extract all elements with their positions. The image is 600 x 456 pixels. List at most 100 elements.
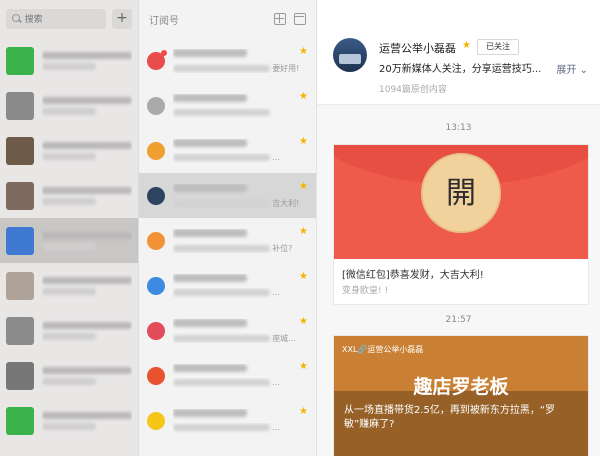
account-avatar[interactable] bbox=[333, 38, 367, 72]
chat-item[interactable] bbox=[0, 128, 138, 173]
subscription-preview: … bbox=[173, 273, 308, 298]
cover-brand: XXL🔗运营公举小磊磊 bbox=[342, 345, 424, 354]
subscription-preview: 要好用! bbox=[173, 48, 308, 73]
avatar bbox=[6, 181, 34, 210]
chat-preview bbox=[42, 93, 132, 119]
subscription-item[interactable]: 座城… ★ bbox=[139, 308, 316, 353]
chat-item[interactable] bbox=[0, 173, 138, 218]
subscription-item[interactable]: ★ bbox=[139, 83, 316, 128]
chat-name-redacted bbox=[42, 321, 132, 329]
chat-item[interactable] bbox=[0, 38, 138, 83]
chat-message-redacted bbox=[42, 287, 96, 295]
avatar bbox=[6, 46, 34, 75]
subscription-item[interactable]: … ★ bbox=[139, 263, 316, 308]
subscription-item[interactable]: 要好用! ★ bbox=[139, 38, 316, 83]
message-time: 21:57 bbox=[445, 315, 472, 325]
snippet-redacted bbox=[173, 199, 271, 207]
account-profile: 运营公举小磊磊 ★ 已关注 20万新媒体人关注，分享运营技巧... 展开 ⌄ 1… bbox=[317, 0, 600, 105]
avatar bbox=[147, 141, 165, 160]
chat-item[interactable] bbox=[0, 218, 138, 263]
cover-headline: 趣店罗老板 bbox=[413, 376, 509, 398]
star-icon: ★ bbox=[299, 406, 308, 417]
avatar bbox=[147, 49, 167, 70]
snippet-tail: 补位? bbox=[272, 243, 293, 253]
follow-button[interactable]: 已关注 bbox=[477, 39, 519, 55]
subscription-item[interactable]: … ★ bbox=[139, 398, 316, 443]
chat-name-redacted bbox=[42, 186, 132, 194]
message-time: 13:13 bbox=[445, 123, 472, 133]
subscription-preview: 座城… bbox=[173, 318, 308, 343]
chat-preview bbox=[42, 318, 132, 344]
chat-name-redacted bbox=[42, 411, 132, 419]
add-button[interactable]: + bbox=[112, 9, 132, 29]
chat-name-redacted bbox=[42, 51, 132, 59]
open-window-icon[interactable] bbox=[294, 13, 306, 25]
article-card[interactable]: XXL🔗运营公举小磊磊 趣店罗老板 从一场直播带货2.5亿，再到被新东方拉黑，“… bbox=[333, 335, 589, 456]
unread-dot bbox=[161, 49, 167, 56]
chevron-down-icon: ⌄ bbox=[579, 65, 588, 76]
chat-list bbox=[0, 38, 138, 443]
chat-message-redacted bbox=[42, 107, 96, 115]
star-icon: ★ bbox=[299, 361, 308, 372]
snippet-redacted bbox=[173, 153, 271, 161]
chat-item[interactable] bbox=[0, 398, 138, 443]
chat-item[interactable] bbox=[0, 263, 138, 308]
article-title: 从一场直播带货2.5亿，再到被新东方拉黑，“罗敏”赚麻了? bbox=[344, 405, 556, 430]
red-packet-card[interactable]: 開 [微信红包]恭喜发财，大吉大利! 变身欧皇! ! bbox=[333, 144, 589, 305]
red-packet-cover: 開 bbox=[334, 145, 588, 259]
avatar bbox=[147, 96, 165, 115]
snippet-tail: … bbox=[272, 422, 281, 432]
snippet-tail: 要好用! bbox=[272, 63, 300, 73]
subscription-list-pane: 订阅号 要好用! ★ ★… ★ 吉大利! ★ 补位? ★… ★ 座城… ★… ★… ★ bbox=[139, 0, 317, 456]
search-icon bbox=[12, 14, 21, 24]
subscription-item[interactable]: 补位? ★ bbox=[139, 218, 316, 263]
subscription-snippet: 补位? bbox=[173, 243, 308, 253]
subscription-name-redacted bbox=[173, 318, 248, 327]
snippet-redacted bbox=[173, 244, 271, 252]
snippet-redacted bbox=[173, 378, 271, 386]
avatar bbox=[147, 186, 165, 205]
grid-view-icon[interactable] bbox=[274, 13, 286, 25]
avatar bbox=[147, 321, 165, 340]
subscription-item[interactable]: … ★ bbox=[139, 353, 316, 398]
avatar bbox=[6, 91, 34, 120]
chat-item[interactable] bbox=[0, 308, 138, 353]
snippet-tail: … bbox=[272, 152, 281, 162]
subscription-list: 要好用! ★ ★… ★ 吉大利! ★ 补位? ★… ★ 座城… ★… ★… ★ bbox=[139, 38, 316, 443]
subscription-snippet: … bbox=[173, 423, 308, 433]
search-input[interactable] bbox=[24, 14, 100, 24]
open-coin-icon[interactable]: 開 bbox=[421, 153, 501, 233]
chat-message-redacted bbox=[42, 62, 96, 70]
chat-item[interactable] bbox=[0, 353, 138, 398]
account-name[interactable]: 运营公举小磊磊 bbox=[379, 40, 456, 56]
subscription-name-redacted bbox=[173, 363, 248, 372]
chat-preview bbox=[42, 138, 132, 164]
snippet-tail: … bbox=[272, 377, 281, 387]
subscription-item[interactable]: 吉大利! ★ bbox=[139, 173, 316, 218]
avatar bbox=[6, 316, 34, 345]
avatar bbox=[6, 271, 34, 300]
expand-link[interactable]: 展开 ⌄ bbox=[556, 61, 588, 76]
search-box[interactable] bbox=[6, 9, 106, 29]
subscription-preview bbox=[173, 93, 308, 118]
star-icon[interactable]: ★ bbox=[462, 40, 471, 51]
subscription-snippet: … bbox=[173, 378, 308, 388]
article-count: 1094篇原创内容 bbox=[379, 85, 447, 95]
subscription-name-redacted bbox=[173, 93, 248, 102]
chat-item[interactable] bbox=[0, 83, 138, 128]
subscription-item[interactable]: … ★ bbox=[139, 128, 316, 173]
subscription-header: 订阅号 bbox=[139, 0, 316, 38]
avatar bbox=[6, 361, 34, 390]
subscription-name-redacted bbox=[173, 273, 248, 282]
snippet-tail: 吉大利! bbox=[272, 198, 300, 208]
chat-preview bbox=[42, 408, 132, 434]
subscription-snippet: … bbox=[173, 288, 308, 298]
avatar bbox=[147, 411, 165, 430]
chat-name-redacted bbox=[42, 366, 132, 374]
chat-name-redacted bbox=[42, 276, 132, 284]
star-icon: ★ bbox=[299, 181, 308, 192]
avatar bbox=[147, 231, 165, 250]
article-cover: XXL🔗运营公举小磊磊 趣店罗老板 从一场直播带货2.5亿，再到被新东方拉黑，“… bbox=[334, 336, 588, 456]
subscription-title: 订阅号 bbox=[149, 15, 179, 27]
subscription-preview: … bbox=[173, 363, 308, 388]
